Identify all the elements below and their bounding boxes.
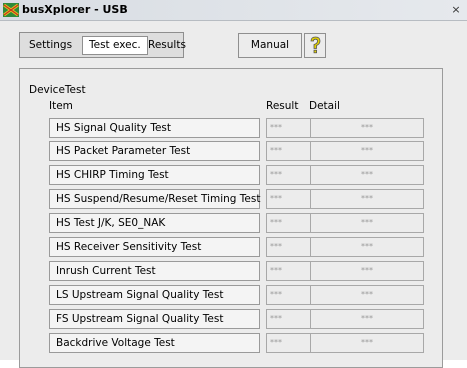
detail-button[interactable]: *** — [310, 189, 424, 209]
detail-button[interactable]: *** — [310, 213, 424, 233]
tab-settings[interactable]: Settings — [23, 36, 78, 55]
main-window: Settings Test exec. Results Manual Devic… — [0, 21, 467, 368]
test-button-ls-upstream-signal-quality[interactable]: LS Upstream Signal Quality Test — [49, 285, 260, 305]
close-button[interactable]: × — [449, 3, 463, 17]
result-field: *** — [266, 237, 312, 257]
tab-bar: Settings Test exec. Results — [19, 32, 186, 58]
test-button-hs-chirp-timing[interactable]: HS CHIRP Timing Test — [49, 165, 260, 185]
detail-button[interactable]: *** — [310, 165, 424, 185]
test-button-inrush-current[interactable]: Inrush Current Test — [49, 261, 260, 281]
test-button-fs-upstream-signal-quality[interactable]: FS Upstream Signal Quality Test — [49, 309, 260, 329]
manual-button[interactable]: Manual — [238, 33, 302, 58]
title-bar: busXplorer - USB × — [0, 0, 467, 21]
test-button-hs-signal-quality[interactable]: HS Signal Quality Test — [49, 118, 260, 138]
result-field: *** — [266, 141, 312, 161]
test-button-hs-test-jk-se0-nak[interactable]: HS Test J/K, SE0_NAK — [49, 213, 260, 233]
test-button-backdrive-voltage[interactable]: Backdrive Voltage Test — [49, 333, 260, 353]
result-field: *** — [266, 213, 312, 233]
result-field: *** — [266, 333, 312, 353]
detail-button[interactable]: *** — [310, 261, 424, 281]
detail-button[interactable]: *** — [310, 237, 424, 257]
result-field: *** — [266, 309, 312, 329]
result-field: *** — [266, 285, 312, 305]
test-button-hs-receiver-sensitivity[interactable]: HS Receiver Sensitivity Test — [49, 237, 260, 257]
result-field: *** — [266, 118, 312, 138]
result-field: *** — [266, 165, 312, 185]
test-button-hs-packet-parameter[interactable]: HS Packet Parameter Test — [49, 141, 260, 161]
device-test-panel: DeviceTest Item Result Detail HS Signal … — [19, 68, 443, 368]
column-header-detail: Detail — [309, 100, 340, 112]
test-button-hs-suspend-resume-reset[interactable]: HS Suspend/Resume/Reset Timing Test — [49, 189, 260, 209]
column-header-result: Result — [266, 100, 299, 112]
help-question-icon — [309, 36, 322, 58]
result-field: *** — [266, 189, 312, 209]
window-title: busXplorer - USB — [22, 3, 128, 16]
result-field: *** — [266, 261, 312, 281]
help-button[interactable] — [304, 33, 326, 58]
column-header-item: Item — [49, 100, 73, 112]
tab-results[interactable]: Results — [142, 36, 192, 55]
detail-button[interactable]: *** — [310, 141, 424, 161]
tab-test-exec[interactable]: Test exec. — [82, 36, 148, 55]
busxplorer-logo-icon — [3, 3, 19, 17]
detail-button[interactable]: *** — [310, 309, 424, 329]
device-test-label: DeviceTest — [29, 84, 86, 96]
detail-button[interactable]: *** — [310, 285, 424, 305]
detail-button[interactable]: *** — [310, 118, 424, 138]
detail-button[interactable]: *** — [310, 333, 424, 353]
